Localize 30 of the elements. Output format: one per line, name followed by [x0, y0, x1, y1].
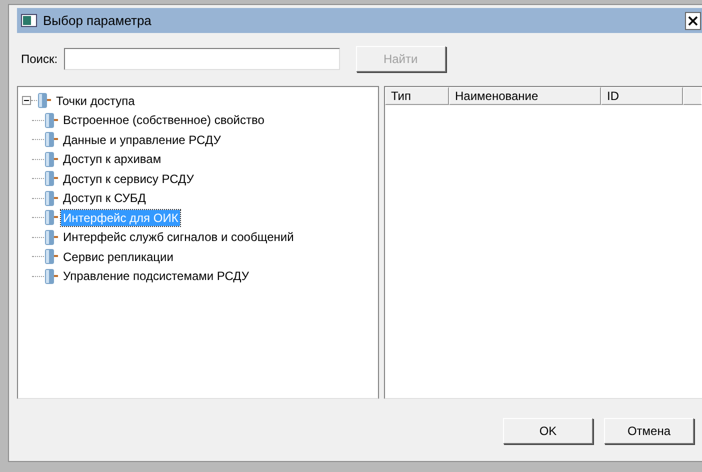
window-icon	[21, 14, 37, 27]
cancel-button[interactable]: Отмена	[604, 418, 694, 444]
database-icon	[37, 92, 51, 110]
database-icon	[44, 209, 58, 226]
tree-item[interactable]: Точки доступа	[54, 92, 137, 109]
tree-item[interactable]: Доступ к сервису РСДУ	[61, 170, 196, 187]
database-icon	[44, 131, 58, 148]
database-icon	[44, 170, 58, 188]
tree-item[interactable]: Доступ к СУБД	[61, 190, 148, 206]
window-title: Выбор параметра	[43, 13, 152, 28]
tree-item[interactable]: Управление подсистемами РСДУ	[61, 268, 252, 284]
tree-item[interactable]: Сервис репликации	[61, 248, 176, 265]
search-label: Поиск:	[21, 52, 58, 66]
database-icon	[44, 268, 58, 285]
column-header[interactable]: Тип	[385, 87, 449, 105]
database-icon	[44, 112, 58, 129]
database-icon	[44, 228, 58, 246]
tree-item[interactable]: Данные и управление РСДУ	[61, 132, 223, 148]
database-icon	[44, 248, 58, 266]
tree-item[interactable]: Интерфейс служб сигналов и сообщений	[61, 229, 296, 246]
search-field[interactable]	[64, 48, 340, 70]
tree-item[interactable]: Доступ к архивам	[61, 151, 164, 168]
column-header[interactable]: ID	[601, 87, 683, 105]
tree-item[interactable]: Встроенное (собственное) свойство	[61, 112, 266, 128]
column-header[interactable]: Наименование	[449, 87, 601, 105]
collapse-icon[interactable]	[22, 96, 31, 106]
database-icon	[44, 190, 58, 207]
database-icon	[44, 150, 58, 168]
close-button[interactable]: ×	[685, 12, 701, 30]
ok-button[interactable]: OK	[503, 418, 593, 444]
